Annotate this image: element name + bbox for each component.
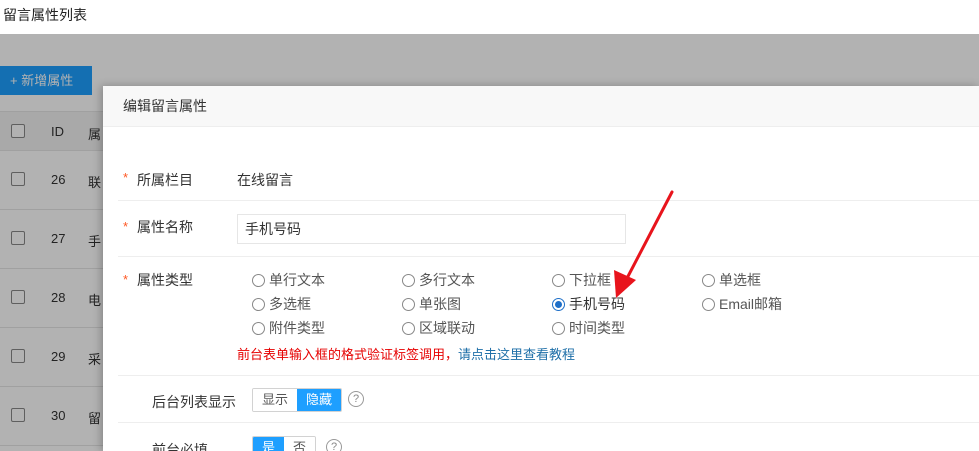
help-icon[interactable]: ? [326, 439, 342, 451]
row-divider [118, 256, 979, 257]
radio-multi-choice[interactable]: 多选框 [252, 294, 311, 314]
row-divider [118, 375, 979, 376]
radio-single-choice[interactable]: 单选框 [702, 270, 761, 290]
column-label: 所属栏目 [137, 172, 193, 188]
attr-type-label: 属性类型 [137, 272, 193, 288]
radio-region-linkage[interactable]: 区域联动 [402, 318, 475, 338]
list-display-label: 后台列表显示 [152, 394, 236, 410]
radio-multi-line-text[interactable]: 多行文本 [402, 270, 475, 290]
radio-single-line-text[interactable]: 单行文本 [252, 270, 325, 290]
hide-option[interactable]: 隐藏 [297, 389, 342, 411]
edit-attribute-dialog: 编辑留言属性 * 所属栏目 在线留言 * 属性名称 * 属性类型 单行文本 多行… [103, 86, 979, 451]
radio-label: 单行文本 [269, 272, 325, 288]
required-toggle: 是 否 [252, 436, 317, 451]
attr-name-label: 属性名称 [137, 219, 193, 235]
radio-circle [552, 321, 565, 335]
dialog-title: 编辑留言属性 [103, 86, 979, 127]
radio-label: 单选框 [719, 272, 761, 288]
radio-circle [702, 273, 715, 287]
radio-email[interactable]: Email邮箱 [702, 294, 782, 314]
radio-label: 单张图 [419, 296, 461, 312]
hint-text: 前台表单输入框的格式验证标签调用， [237, 347, 459, 362]
column-value: 在线留言 [237, 172, 293, 188]
radio-label: 时间类型 [569, 320, 625, 336]
radio-circle [552, 273, 565, 287]
tutorial-link[interactable]: 请点击这里查看教程 [458, 347, 575, 362]
radio-dropdown[interactable]: 下拉框 [552, 270, 611, 290]
radio-circle [402, 297, 415, 311]
radio-label: 附件类型 [269, 320, 325, 336]
radio-circle [252, 273, 265, 287]
row-divider [118, 200, 979, 201]
yes-option[interactable]: 是 [253, 437, 285, 451]
radio-circle [702, 297, 715, 311]
radio-circle-checked [552, 297, 565, 311]
radio-single-image[interactable]: 单张图 [402, 294, 461, 314]
radio-circle [252, 297, 265, 311]
required-star: * [123, 272, 129, 287]
show-option[interactable]: 显示 [253, 389, 298, 411]
row-divider [118, 422, 979, 423]
no-option[interactable]: 否 [284, 437, 316, 451]
radio-label: Email邮箱 [719, 296, 783, 312]
radio-mobile-number[interactable]: 手机号码 [552, 294, 625, 314]
radio-label: 多选框 [269, 296, 311, 312]
attr-name-input[interactable] [237, 214, 626, 244]
radio-label: 手机号码 [569, 296, 625, 312]
format-hint: 前台表单输入框的格式验证标签调用，请点击这里查看教程 [237, 344, 575, 363]
radio-circle [402, 321, 415, 335]
required-star: * [123, 219, 129, 234]
page-title: 留言属性列表 [3, 7, 87, 23]
radio-circle [402, 273, 415, 287]
radio-label: 多行文本 [419, 272, 475, 288]
required-field-label: 前台必填 [152, 442, 208, 451]
radio-attachment[interactable]: 附件类型 [252, 318, 325, 338]
radio-label: 区域联动 [419, 320, 475, 336]
page-title-bar: 留言属性列表 [0, 0, 979, 34]
list-display-toggle: 显示 隐藏 [252, 388, 343, 412]
help-icon[interactable]: ? [348, 391, 364, 407]
radio-circle [252, 321, 265, 335]
radio-label: 下拉框 [569, 272, 611, 288]
required-star: * [123, 170, 129, 185]
radio-time-type[interactable]: 时间类型 [552, 318, 625, 338]
